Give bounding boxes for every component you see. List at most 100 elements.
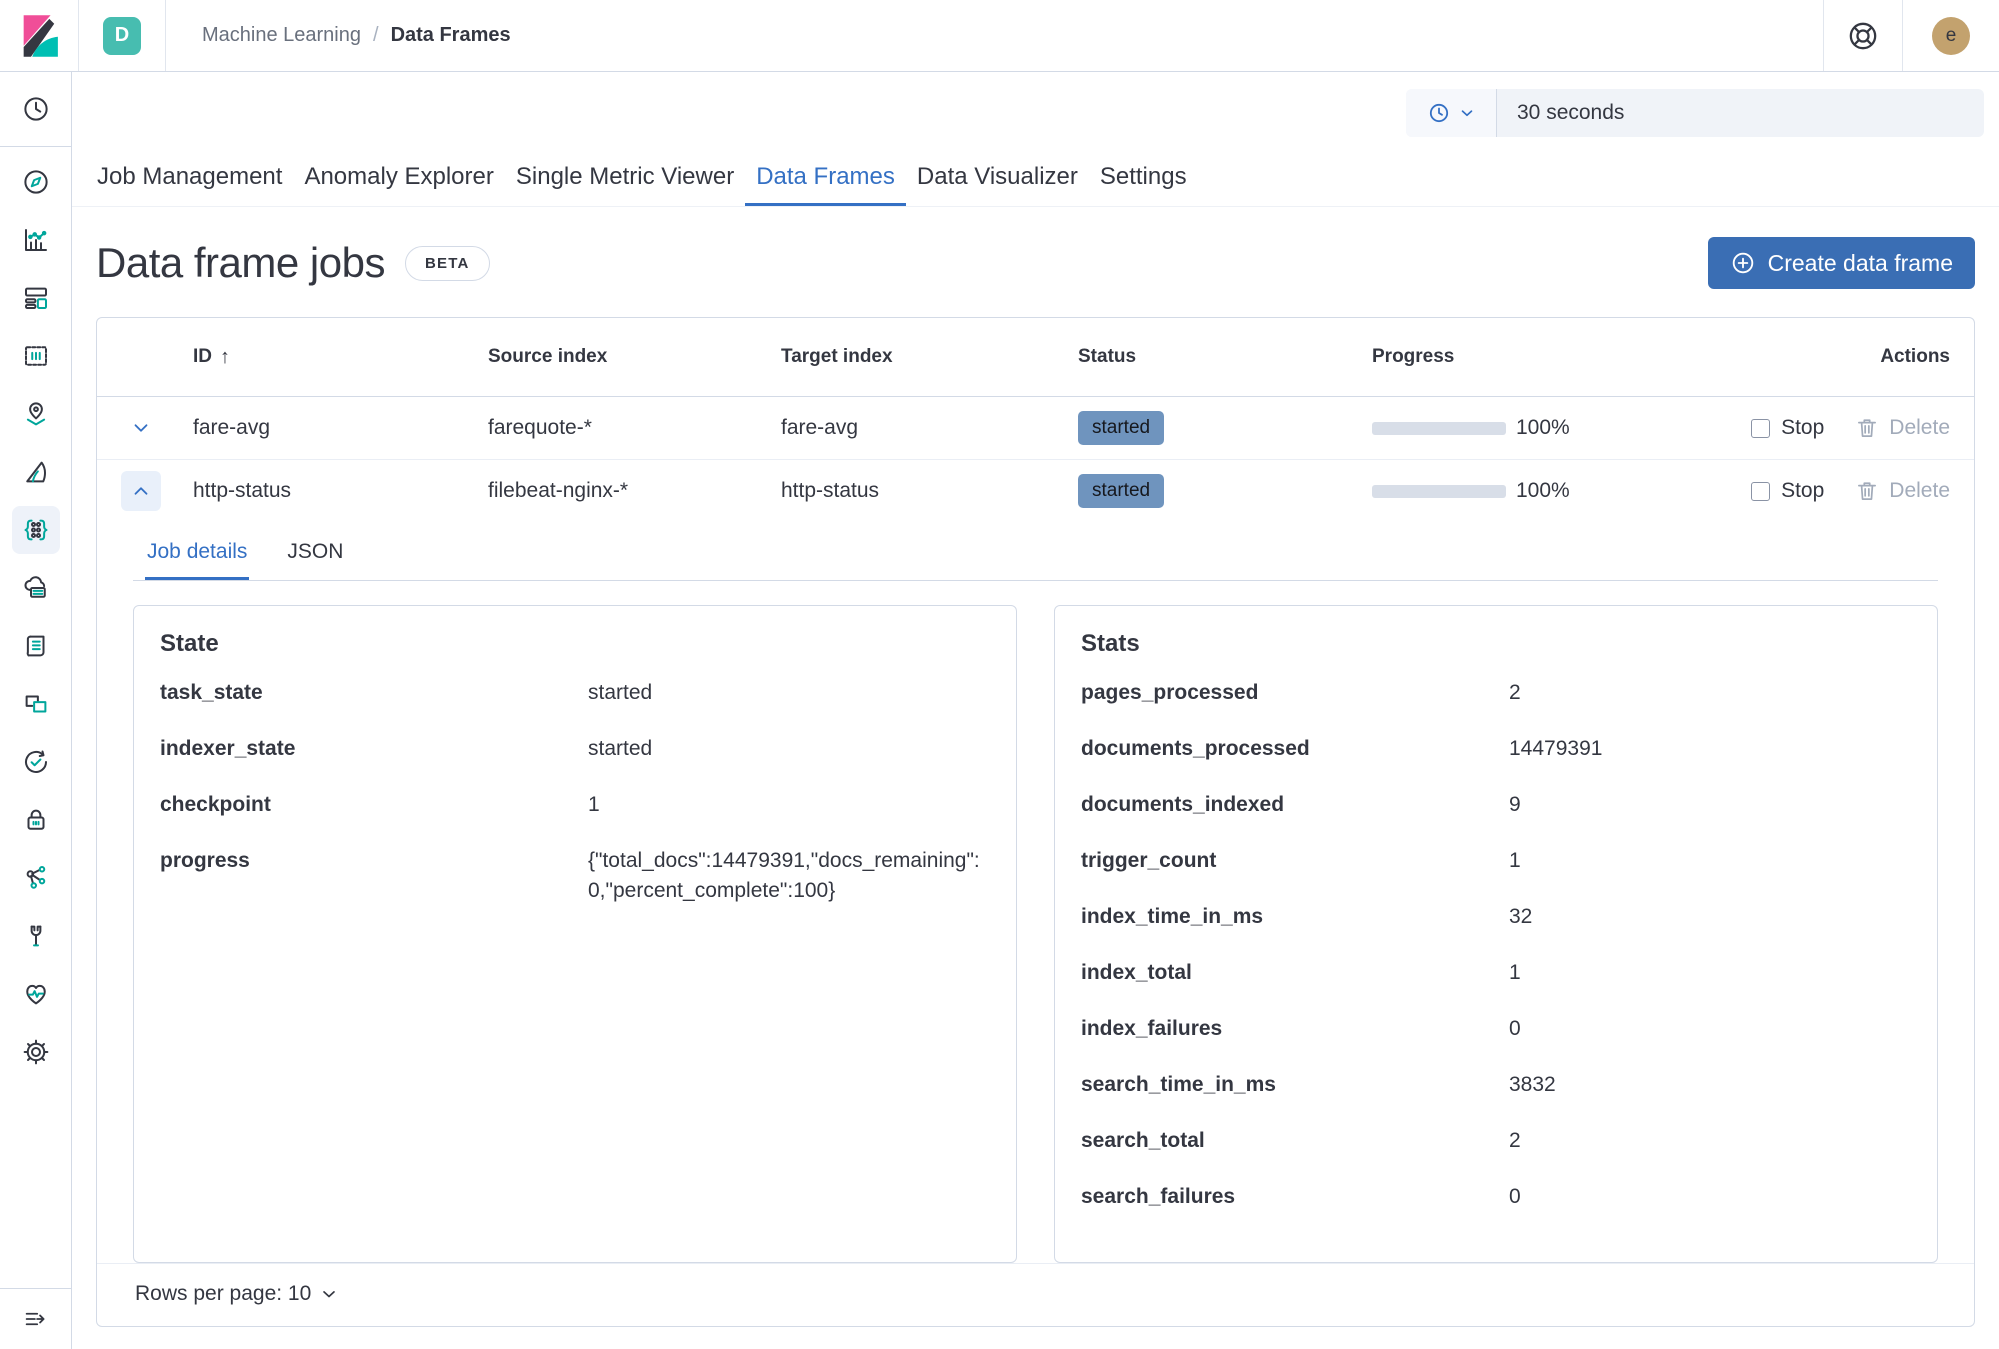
delete-label: Delete [1889, 479, 1950, 503]
stats-row: documents_indexed 9 [1081, 790, 1911, 820]
tab-settings[interactable]: Settings [1089, 149, 1198, 206]
logs-scroll-icon [21, 631, 51, 661]
cloud-server-icon [21, 573, 51, 603]
stats-term: search_time_in_ms [1081, 1070, 1509, 1100]
stop-checkbox[interactable] [1751, 419, 1770, 438]
progress-bar [1372, 422, 1506, 435]
space-avatar[interactable]: D [103, 17, 141, 55]
rows-per-page-selector[interactable]: Rows per page: 10 [135, 1282, 339, 1306]
sidebar-item-dev-tools[interactable] [7, 907, 65, 965]
time-picker-toggle[interactable] [1406, 89, 1497, 137]
progress-label: 100% [1516, 416, 1570, 440]
column-id[interactable]: ID ↑ [193, 346, 488, 369]
user-menu[interactable]: e [1903, 0, 1999, 71]
trash-icon [1854, 415, 1880, 441]
stats-value: 14479391 [1509, 734, 1911, 764]
chevron-down-icon [130, 417, 152, 439]
tab-data-visualizer[interactable]: Data Visualizer [906, 149, 1089, 206]
stop-checkbox[interactable] [1751, 482, 1770, 501]
state-value: 1 [588, 790, 990, 820]
stats-term: documents_indexed [1081, 790, 1509, 820]
column-id-label: ID [193, 346, 212, 368]
sidebar-collapse-button[interactable] [7, 1290, 65, 1348]
state-value: started [588, 734, 990, 764]
sidebar-item-visualize[interactable] [7, 211, 65, 269]
help-life-ring-icon [1846, 19, 1880, 53]
state-term: indexer_state [160, 734, 588, 764]
toolbar-row: 30 seconds [72, 72, 1999, 149]
job-id: fare-avg [193, 416, 488, 440]
check-refresh-icon [21, 747, 51, 777]
sidebar-item-security-lock[interactable] [7, 791, 65, 849]
clock-icon [21, 94, 51, 124]
row-actions: Stop Delete [1702, 478, 1950, 504]
beta-badge: BETA [405, 246, 490, 281]
tab-single-metric-viewer[interactable]: Single Metric Viewer [505, 149, 745, 206]
state-term: progress [160, 846, 588, 906]
stats-term: index_time_in_ms [1081, 902, 1509, 932]
sidebar-item-maps[interactable] [7, 385, 65, 443]
create-data-frame-button[interactable]: Create data frame [1708, 237, 1975, 289]
stats-row: index_total 1 [1081, 958, 1911, 988]
state-term: task_state [160, 678, 588, 708]
stop-label: Stop [1781, 479, 1824, 503]
job-target-index: fare-avg [781, 416, 1078, 440]
stop-action[interactable]: Stop [1751, 479, 1824, 503]
sidebar-item-status-check[interactable] [7, 733, 65, 791]
progress-cell: 100% [1372, 479, 1702, 503]
stats-term: index_total [1081, 958, 1509, 988]
delete-action[interactable]: Delete [1854, 478, 1950, 504]
collapse-arrow-icon [22, 1305, 50, 1333]
tab-anomaly-explorer[interactable]: Anomaly Explorer [293, 149, 504, 206]
sidebar-item-monitoring[interactable] [7, 965, 65, 1023]
progress-label: 100% [1516, 479, 1570, 503]
expand-row-button[interactable] [121, 408, 161, 448]
sidebar-item-canvas[interactable] [7, 327, 65, 385]
header-actions: e [1823, 0, 1999, 71]
stats-term: search_failures [1081, 1182, 1509, 1212]
gear-icon [21, 1037, 51, 1067]
sidebar-item-logs[interactable] [7, 617, 65, 675]
sidebar-item-graph[interactable] [7, 849, 65, 907]
clock-icon [1427, 101, 1451, 125]
sidebar-item-recently-viewed[interactable] [7, 80, 65, 138]
delete-action[interactable]: Delete [1854, 415, 1950, 441]
sidebar-item-apm[interactable] [7, 443, 65, 501]
collapse-row-button[interactable] [121, 471, 161, 511]
stats-value: 32 [1509, 902, 1911, 932]
breadcrumb-data-frames: Data Frames [391, 24, 511, 47]
help-button[interactable] [1824, 0, 1902, 71]
sidebar-item-management[interactable] [7, 1023, 65, 1081]
tab-job-details[interactable]: Job details [145, 526, 249, 580]
tab-data-frames[interactable]: Data Frames [745, 149, 906, 206]
header-divider [78, 0, 79, 71]
chevron-up-icon [130, 480, 152, 502]
sidebar-item-dashboard[interactable] [7, 269, 65, 327]
tab-job-management[interactable]: Job Management [86, 149, 293, 206]
table-header: ID ↑ Source index Target index Status Pr… [97, 318, 1974, 397]
table-footer: Rows per page: 10 [97, 1263, 1974, 1326]
stats-panel-title: Stats [1081, 630, 1911, 658]
tab-json[interactable]: JSON [285, 526, 345, 580]
apm-swoosh-icon [21, 457, 51, 487]
stats-row: trigger_count 1 [1081, 846, 1911, 876]
kibana-logo[interactable] [22, 14, 78, 58]
sidebar-item-uptime[interactable] [7, 675, 65, 733]
stats-row: search_time_in_ms 3832 [1081, 1070, 1911, 1100]
sidebar-item-discover[interactable] [7, 153, 65, 211]
table-row: http-status filebeat-nginx-* http-status… [97, 460, 1974, 522]
stats-row: search_failures 0 [1081, 1182, 1911, 1212]
state-row: progress {"total_docs":14479391,"docs_re… [160, 846, 990, 906]
details-panels: State task_state started indexer_state s… [133, 605, 1938, 1263]
time-picker-value[interactable]: 30 seconds [1497, 89, 1984, 137]
sidebar-item-infrastructure[interactable] [7, 559, 65, 617]
breadcrumb-machine-learning[interactable]: Machine Learning [202, 24, 361, 47]
stop-action[interactable]: Stop [1751, 416, 1824, 440]
heartbeat-icon [21, 979, 51, 1009]
stats-row: index_failures 0 [1081, 1014, 1911, 1044]
stats-term: index_failures [1081, 1014, 1509, 1044]
create-button-label: Create data frame [1768, 250, 1953, 277]
column-status: Status [1078, 346, 1372, 368]
status-badge: started [1078, 411, 1164, 445]
sidebar-item-machine-learning[interactable] [7, 501, 65, 559]
